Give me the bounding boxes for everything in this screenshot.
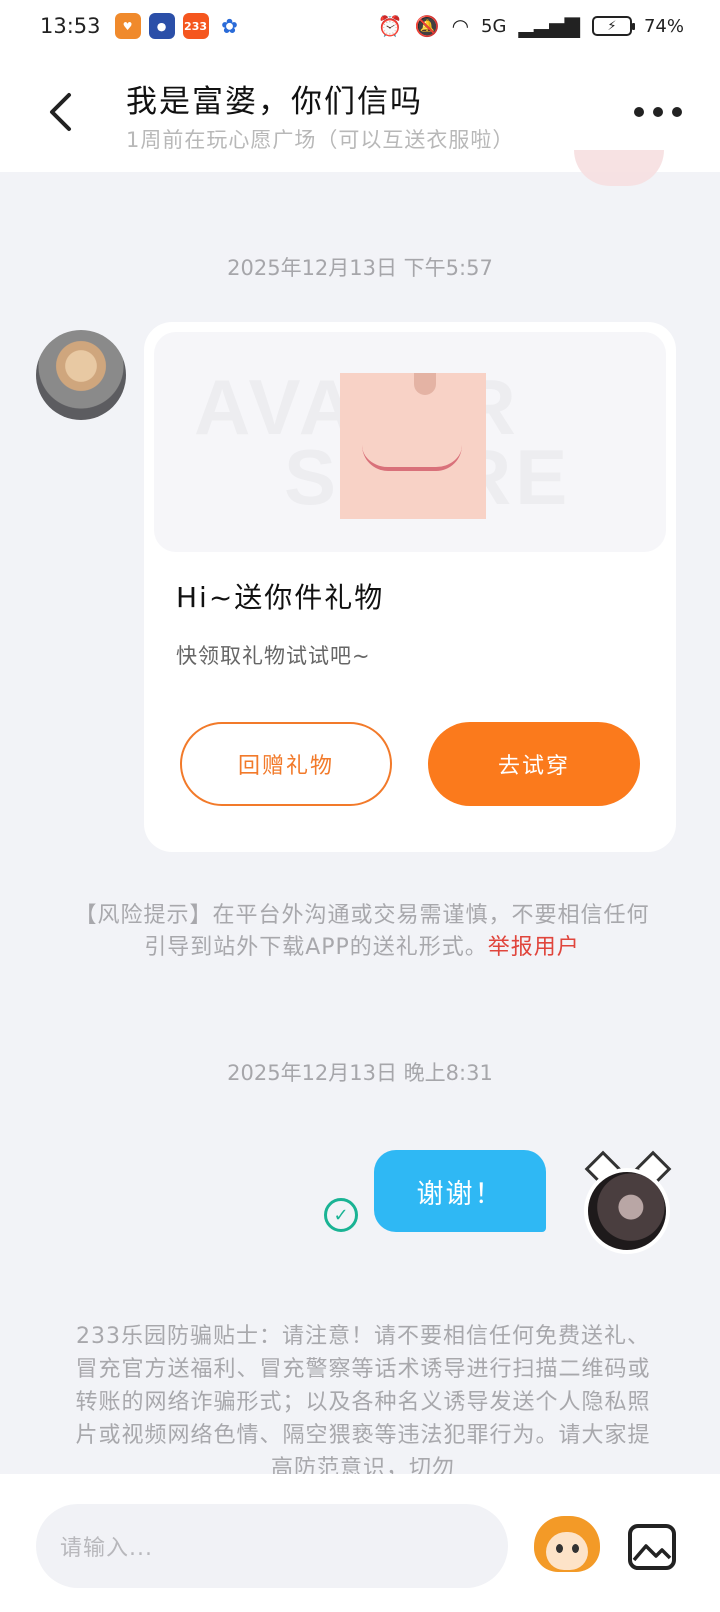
risk-notice: 【风险提示】在平台外沟通或交易需谨慎，不要相信任何引导到站外下载APP的送礼形式… [72, 900, 652, 964]
report-user-link[interactable]: 举报用户 [488, 935, 580, 960]
mute-bell-icon: 🔕 [414, 14, 440, 38]
previous-avatar-partial [574, 150, 664, 186]
wifi-icon: ◠ [451, 14, 470, 38]
sent-check-icon: ✓ [324, 1198, 358, 1232]
battery-level: 74% [643, 15, 684, 37]
gift-image-lips [362, 445, 462, 471]
gift-message-card[interactable]: AVATAR STORE Hi~送你件礼物 快领取礼物试试吧~ 回赠礼物 去试穿 [144, 322, 676, 852]
chat-title: 我是富婆，你们信吗 [126, 84, 423, 120]
try-on-button[interactable]: 去试穿 [428, 722, 640, 806]
battery-icon: ⚡ [591, 16, 635, 36]
more-dot-icon [634, 107, 644, 117]
more-options-button[interactable] [634, 102, 682, 122]
avatar-photo [584, 1168, 670, 1254]
emoji-mascot-face [546, 1532, 588, 1570]
my-avatar[interactable] [572, 1150, 682, 1260]
gift-item-image [340, 373, 486, 519]
app-233-icon: 233 [182, 13, 209, 39]
gift-image-nose [414, 373, 436, 395]
message-timestamp: 2025年12月13日 晚上8:31 [227, 1061, 493, 1085]
emoji-button[interactable] [534, 1516, 600, 1578]
status-left: 13:53 ♥ ● 233 ✿ [40, 13, 243, 39]
chevron-left-icon [50, 93, 71, 131]
heart-app-icon: ♥ [114, 13, 141, 39]
return-gift-button[interactable]: 回赠礼物 [180, 722, 392, 806]
status-bar: 13:53 ♥ ● 233 ✿ ⏰ 🔕 ◠ 5G ▂▃▅▇ ⚡ 74% [0, 0, 720, 52]
back-button[interactable] [40, 90, 80, 134]
emoji-mascot-eye [556, 1544, 563, 1553]
gift-description: 快领取礼物试试吧~ [176, 644, 371, 668]
anti-fraud-tips: 233乐园防骗贴士：请注意！请不要相信任何免费送礼、冒充官方送福利、冒充警察等话… [75, 1324, 651, 1480]
status-time: 13:53 [40, 14, 101, 38]
input-bar: 请输入... [0, 1474, 720, 1612]
baidu-app-icon: ✿ [216, 13, 243, 39]
image-icon [632, 1544, 672, 1562]
outgoing-message-bubble[interactable]: 谢谢！ [374, 1150, 546, 1232]
gift-preview: AVATAR STORE [154, 332, 666, 552]
signal-icon: ▂▃▅▇ [518, 14, 580, 38]
message-input[interactable]: 请输入... [36, 1504, 508, 1588]
sender-avatar[interactable] [36, 330, 126, 420]
message-timestamp: 2025年12月13日 下午5:57 [227, 256, 493, 280]
chat-subtitle: 1周前在玩心愿广场（可以互送衣服啦） [126, 128, 515, 152]
emoji-mascot-eye [572, 1544, 579, 1553]
gift-title: Hi~送你件礼物 [176, 581, 385, 614]
alarm-icon: ⏰ [377, 14, 403, 38]
image-picker-button[interactable] [628, 1524, 676, 1570]
qq-app-icon: ● [148, 13, 175, 39]
network-type: 5G [481, 15, 507, 37]
more-dot-icon [653, 107, 663, 117]
status-right: ⏰ 🔕 ◠ 5G ▂▃▅▇ ⚡ 74% [378, 14, 684, 38]
more-dot-icon [672, 107, 682, 117]
